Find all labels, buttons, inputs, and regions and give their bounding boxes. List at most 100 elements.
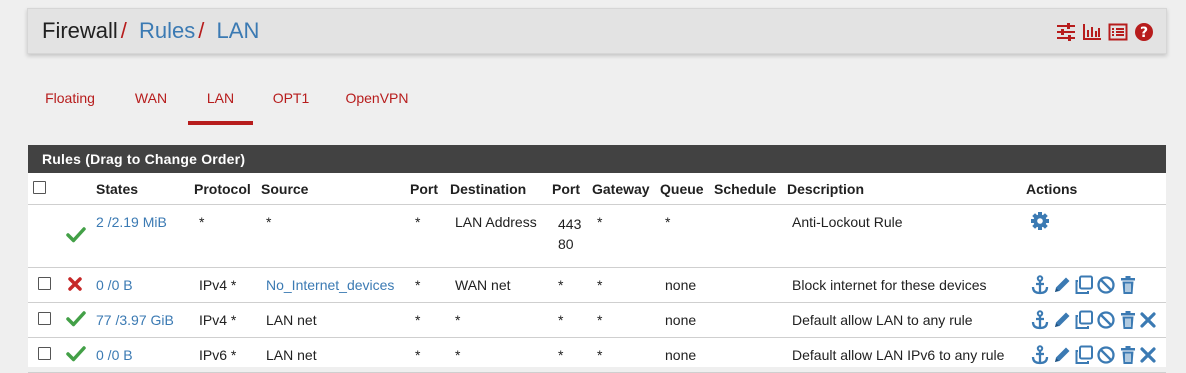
source-cell: *: [261, 204, 410, 268]
table-row[interactable]: 77 /3.97 GiB IPv4 * LAN net * * * * none…: [28, 302, 1166, 338]
dest-port-cell: 443 80: [552, 204, 592, 268]
dest-port-cell: *: [552, 267, 592, 303]
svg-text:?: ?: [1140, 25, 1148, 41]
queue-cell: *: [660, 204, 714, 268]
copy-icon[interactable]: [1074, 310, 1094, 330]
pass-check-icon: [66, 310, 86, 330]
disable-icon[interactable]: [1096, 310, 1116, 330]
col-source-port: Port: [410, 173, 450, 205]
disable-icon[interactable]: [1096, 345, 1116, 365]
anchor-icon[interactable]: [1030, 345, 1050, 365]
description-cell: Default allow LAN IPv6 to any rule: [787, 337, 1026, 373]
block-x-icon: [67, 276, 83, 295]
row-checkbox[interactable]: [38, 277, 51, 290]
trash-icon[interactable]: [1118, 310, 1138, 330]
schedule-cell: [714, 204, 787, 268]
copy-icon[interactable]: [1074, 345, 1094, 365]
gateway-cell: *: [592, 204, 660, 268]
table-row[interactable]: 0 /0 B IPv4 * No_Internet_devices * WAN …: [28, 267, 1166, 303]
source-port-cell: *: [410, 302, 450, 338]
col-queue: Queue: [660, 173, 714, 205]
tab-opt1[interactable]: OPT1: [265, 80, 317, 124]
copy-icon[interactable]: [1074, 275, 1094, 295]
anchor-icon[interactable]: [1030, 275, 1050, 295]
help-icon[interactable]: ?: [1134, 22, 1154, 42]
states-link[interactable]: 0 /0 B: [96, 277, 133, 293]
source-alias-link[interactable]: No_Internet_devices: [266, 277, 394, 293]
queue-cell: none: [660, 337, 714, 373]
gateway-cell: *: [592, 337, 660, 373]
row-checkbox[interactable]: [38, 347, 51, 360]
col-protocol: Protocol: [194, 173, 261, 205]
col-destination: Destination: [450, 173, 552, 205]
rules-panel: Rules (Drag to Change Order) States Prot…: [28, 145, 1166, 373]
protocol-cell: IPv6 *: [194, 337, 261, 373]
col-description: Description: [787, 173, 1026, 205]
gateway-cell: *: [592, 267, 660, 303]
delete-x-icon[interactable]: [1140, 345, 1160, 365]
pass-check-icon: [66, 226, 86, 246]
source-port-cell: *: [410, 337, 450, 373]
tab-wan[interactable]: WAN: [125, 80, 177, 124]
rules-table: States Protocol Source Port Destination …: [28, 173, 1166, 373]
bar-chart-icon[interactable]: [1082, 22, 1102, 42]
panel-title: Rules (Drag to Change Order): [28, 145, 1166, 173]
anchor-icon[interactable]: [1030, 310, 1050, 330]
col-gateway: Gateway: [592, 173, 660, 205]
protocol-cell: IPv4 *: [194, 302, 261, 338]
description-cell: Anti-Lockout Rule: [787, 204, 1026, 268]
destination-cell: LAN Address: [450, 204, 552, 268]
dest-port-value: 80: [558, 236, 574, 252]
col-dest-port: Port: [552, 173, 592, 205]
gateway-cell: *: [592, 302, 660, 338]
breadcrumb-separator: /: [120, 18, 127, 43]
delete-x-icon[interactable]: [1140, 310, 1160, 330]
schedule-cell: [714, 267, 787, 303]
row-checkbox[interactable]: [38, 312, 51, 325]
states-link[interactable]: 77 /3.97 GiB: [96, 312, 174, 328]
trash-icon[interactable]: [1118, 345, 1138, 365]
tab-openvpn[interactable]: OpenVPN: [339, 80, 415, 124]
destination-cell: WAN net: [450, 267, 552, 303]
breadcrumb-lan[interactable]: LAN: [217, 18, 260, 43]
queue-cell: none: [660, 267, 714, 303]
pencil-icon[interactable]: [1052, 345, 1072, 365]
col-schedule: Schedule: [714, 173, 787, 205]
source-port-cell: *: [410, 204, 450, 268]
table-row[interactable]: 0 /0 B IPv6 * LAN net * * * * none Defau…: [28, 337, 1166, 373]
states-link[interactable]: 0 /0 B: [96, 347, 133, 363]
trash-icon[interactable]: [1118, 275, 1138, 295]
page-header: Firewall / Rules / LAN ?: [27, 8, 1167, 54]
source-cell: LAN net: [261, 337, 410, 373]
schedule-cell: [714, 302, 787, 338]
breadcrumb-firewall: Firewall: [42, 18, 118, 43]
dest-port-cell: *: [552, 337, 592, 373]
description-cell: Default allow LAN to any rule: [787, 302, 1026, 338]
tab-floating[interactable]: Floating: [27, 80, 113, 124]
states-link[interactable]: 2 /2.19 MiB: [96, 214, 167, 230]
destination-cell: *: [450, 302, 552, 338]
dest-port-cell: *: [552, 302, 592, 338]
sliders-icon[interactable]: [1056, 22, 1076, 42]
source-cell: LAN net: [261, 302, 410, 338]
dest-port-value: 443: [558, 216, 582, 232]
list-icon[interactable]: [1108, 22, 1128, 42]
protocol-cell: IPv4 *: [194, 267, 261, 303]
pass-check-icon: [66, 345, 86, 365]
description-cell: Block internet for these devices: [787, 267, 1026, 303]
schedule-cell: [714, 337, 787, 373]
tab-lan[interactable]: LAN: [188, 80, 253, 125]
pencil-icon[interactable]: [1052, 275, 1072, 295]
protocol-cell: *: [194, 204, 261, 268]
table-row[interactable]: 2 /2.19 MiB * * * LAN Address 443 80 * * …: [28, 204, 1166, 268]
col-states: States: [96, 173, 194, 205]
breadcrumb-rules[interactable]: Rules: [139, 18, 195, 43]
disable-icon[interactable]: [1096, 275, 1116, 295]
source-port-cell: *: [410, 267, 450, 303]
breadcrumb: Firewall / Rules / LAN: [42, 19, 259, 43]
pencil-icon[interactable]: [1052, 310, 1072, 330]
gear-icon[interactable]: [1030, 211, 1050, 231]
select-all-checkbox[interactable]: [33, 180, 46, 194]
destination-cell: *: [450, 337, 552, 373]
queue-cell: none: [660, 302, 714, 338]
